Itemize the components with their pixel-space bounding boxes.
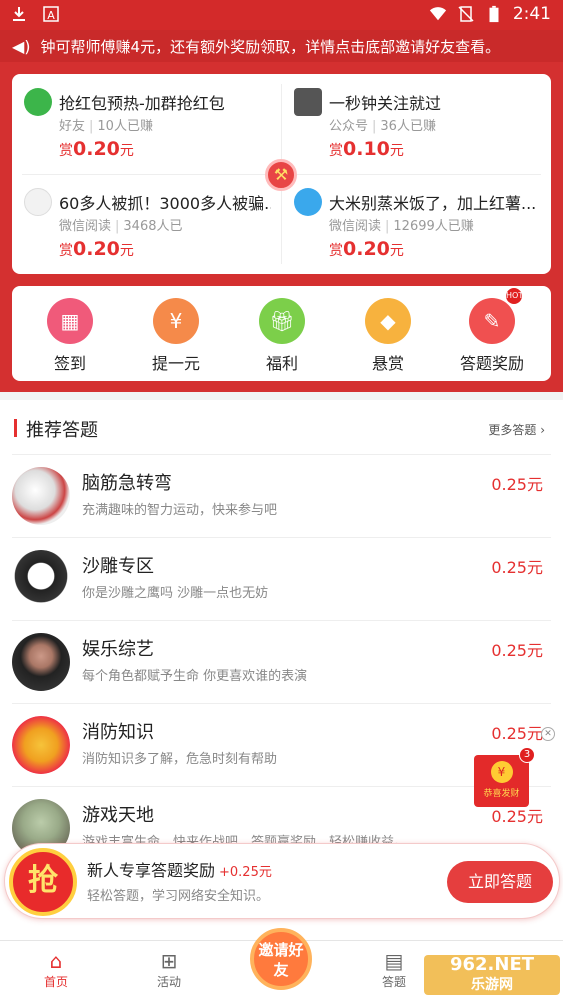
- tab-activity[interactable]: ⊞ 活动: [129, 949, 209, 990]
- menu-label: 悬赏: [371, 354, 404, 373]
- wechat-icon: [24, 88, 52, 116]
- task-grid: 抢红包预热-加群抢红包 好友 | 10人已赚 赏0.20元 一秒钟关注就过 公众号 |…: [12, 74, 551, 274]
- grab-badge: 抢: [9, 848, 77, 916]
- gift-icon: ⊞: [160, 949, 178, 973]
- task-reward: 赏0.20元: [329, 238, 404, 260]
- quiz-icon: ✎: [469, 298, 515, 344]
- task-reward: 赏0.20元: [59, 238, 134, 260]
- item-price: 0.25元: [491, 475, 543, 494]
- list-item[interactable]: 沙雕专区 你是沙雕之鹰吗 沙雕一点也无妨 0.25元: [12, 537, 551, 620]
- chevron-right-icon: ›: [540, 423, 545, 437]
- section-title: 推荐答题: [26, 420, 98, 441]
- item-title: 消防知识: [82, 722, 154, 743]
- menu-label: 签到: [53, 354, 86, 373]
- item-title: 娱乐综艺: [82, 639, 154, 660]
- newcomer-banner[interactable]: 抢 新人专享答题奖励 +0.25元 轻松答题，学习网络安全知识。 立即答题: [4, 843, 560, 919]
- task-meta: 公众号 | 36人已赚: [329, 119, 436, 134]
- task-title: 大米别蒸米饭了，加上红薯...: [329, 194, 537, 213]
- item-desc: 充满趣味的智力运动，快来参与吧: [82, 503, 278, 518]
- list-item[interactable]: 娱乐综艺 每个角色都赋予生命 你更喜欢谁的表演 0.25元: [12, 620, 551, 703]
- banner-bonus: +0.25元: [219, 865, 272, 880]
- download-icon: [13, 7, 25, 21]
- item-avatar: [12, 550, 70, 608]
- menu-item-welfare[interactable]: 🎁︎ 福利: [242, 298, 322, 374]
- close-icon[interactable]: ✕: [541, 727, 555, 741]
- accent-bar: [14, 419, 17, 437]
- calendar-icon: ▦: [47, 298, 93, 344]
- gavel-icon: ⚒: [265, 159, 297, 191]
- item-desc: 你是沙雕之鹰吗 沙雕一点也无妨: [82, 586, 269, 601]
- menu-item-quiz-reward[interactable]: ✎ HOT 答题奖励: [452, 288, 532, 374]
- banner-subtitle: 轻松答题，学习网络安全知识。: [87, 889, 270, 904]
- tab-home[interactable]: ⌂ 首页: [16, 949, 96, 990]
- item-avatar: [12, 633, 70, 691]
- red-packet-count: 3: [519, 747, 535, 763]
- item-price: 0.25元: [491, 724, 543, 743]
- red-packet-label: 恭喜发财: [483, 789, 520, 799]
- status-bar: A 2:41: [0, 0, 563, 30]
- more-quizzes-link[interactable]: 更多答题 ›: [488, 421, 545, 438]
- yuan-coin-icon: ¥: [490, 761, 513, 783]
- wifi-icon: [429, 7, 446, 21]
- item-title: 脑筋急转弯: [82, 473, 172, 494]
- tab-label: 答题: [381, 975, 406, 989]
- task-reward: 赏0.20元: [59, 138, 134, 160]
- speaker-icon: ◀): [12, 36, 31, 56]
- item-title: 游戏天地: [82, 805, 154, 826]
- task-meta: 微信阅读 | 12699人已赚: [329, 219, 474, 234]
- a-icon: A: [43, 6, 59, 22]
- menu-item-bounty[interactable]: ◆ 悬赏: [348, 298, 428, 374]
- menu-item-sign-in[interactable]: ▦ 签到: [30, 298, 110, 374]
- task-title: 抢红包预热-加群抢红包: [59, 94, 225, 113]
- section-header: 推荐答题 更多答题 ›: [0, 400, 563, 454]
- money-icon: ¥: [153, 298, 199, 344]
- battery-icon: [489, 5, 499, 23]
- answer-now-button[interactable]: 立即答题: [447, 861, 553, 903]
- invite-friends-button[interactable]: 邀请好友: [250, 928, 312, 990]
- item-avatar: [12, 467, 70, 525]
- qr-icon: [294, 88, 322, 116]
- task-card[interactable]: 大米别蒸米饭了，加上红薯... 微信阅读 | 12699人已赚 赏0.20元: [282, 174, 551, 274]
- item-price: 0.25元: [491, 641, 543, 660]
- list-item[interactable]: 消防知识 消防知识多了解，危急时刻有帮助 0.25元: [12, 703, 551, 786]
- list-item[interactable]: 脑筋急转弯 充满趣味的智力运动，快来参与吧 0.25元: [12, 454, 551, 537]
- no-sim-icon: [458, 6, 474, 22]
- gift-icon: 🎁︎: [259, 298, 305, 344]
- quick-menu: ▦ 签到 ¥ 提一元 🎁︎ 福利 ◆ 悬赏 ✎ HOT 答题奖励: [12, 286, 551, 381]
- hot-badge: HOT: [506, 288, 523, 304]
- menu-label: 提一元: [151, 354, 200, 373]
- task-meta: 微信阅读 | 3468人已: [59, 219, 183, 234]
- task-title: 一秒钟关注就过: [329, 94, 442, 113]
- item-desc: 每个角色都赋予生命 你更喜欢谁的表演: [82, 669, 308, 684]
- menu-label: 福利: [265, 354, 298, 373]
- item-price: 0.25元: [491, 558, 543, 577]
- task-title: 60多人被抓！3000多人被骗...: [59, 194, 271, 213]
- tab-label: 首页: [43, 975, 68, 989]
- tab-quiz[interactable]: ▤ 答题: [354, 949, 434, 990]
- item-desc: 消防知识多了解，危急时刻有帮助: [82, 752, 278, 767]
- item-title: 沙雕专区: [82, 556, 154, 577]
- tab-label: 活动: [156, 975, 181, 989]
- announcement-ticker[interactable]: ◀) 钟可帮师傅赚4元，还有额外奖励领取，详情点击底部邀请好友查看。: [0, 30, 563, 62]
- task-card[interactable]: 抢红包预热-加群抢红包 好友 | 10人已赚 赏0.20元: [12, 74, 281, 174]
- document-icon: ▤: [384, 949, 404, 973]
- task-card[interactable]: 一秒钟关注就过 公众号 | 36人已赚 赏0.10元: [282, 74, 551, 174]
- task-meta: 好友 | 10人已赚: [59, 119, 153, 134]
- ticker-text: 钟可帮师傅赚4元，还有额外奖励领取，详情点击底部邀请好友查看。: [40, 37, 501, 56]
- menu-item-withdraw[interactable]: ¥ 提一元: [136, 298, 216, 374]
- clock: 2:41: [512, 4, 551, 24]
- task-reward: 赏0.10元: [329, 138, 404, 160]
- task-card[interactable]: 60多人被抓！3000多人被骗... 微信阅读 | 3468人已 赏0.20元: [12, 174, 281, 274]
- menu-label: 答题奖励: [459, 354, 524, 373]
- avatar-icon: [294, 188, 322, 216]
- svg-text:A: A: [47, 9, 55, 22]
- red-packet-button[interactable]: 3 ¥ 恭喜发财: [474, 747, 535, 807]
- watermark-logo: 962.NET 乐游网: [424, 955, 560, 995]
- article-icon: [24, 188, 52, 216]
- home-icon: ⌂: [49, 949, 63, 973]
- diamond-icon: ◆: [365, 298, 411, 344]
- item-avatar: [12, 716, 70, 774]
- banner-title: 新人专享答题奖励 +0.25元: [87, 861, 272, 880]
